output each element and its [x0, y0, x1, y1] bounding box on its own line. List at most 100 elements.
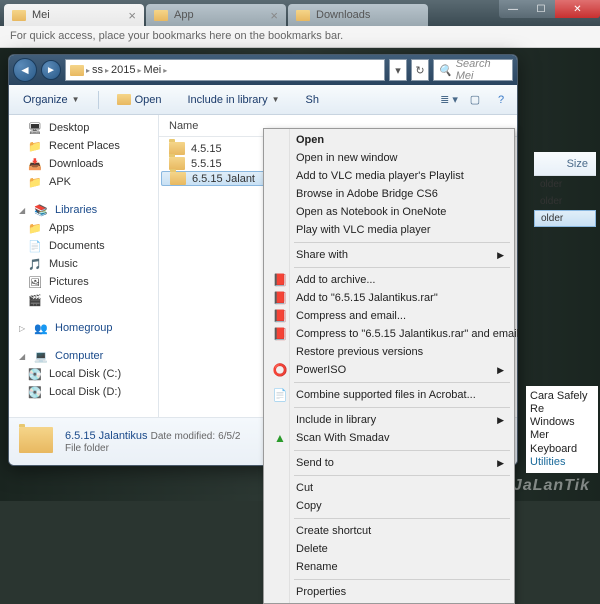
documents-icon: 📄: [27, 239, 43, 253]
back-button[interactable]: ◄: [13, 58, 37, 82]
menu-item[interactable]: Send to▶: [266, 454, 512, 472]
column-size[interactable]: Size: [534, 152, 596, 176]
nav-libraries[interactable]: ◢📚Libraries: [9, 201, 158, 219]
search-input[interactable]: 🔍 Search Mei: [433, 59, 513, 81]
breadcrumb-item[interactable]: 2015: [111, 64, 135, 76]
menu-item[interactable]: 📕Compress and email...: [266, 307, 512, 325]
menu-separator: [294, 579, 510, 580]
submenu-arrow-icon: ▶: [497, 458, 504, 469]
nav-apk[interactable]: 📁APK: [9, 173, 158, 191]
file-row-type: older: [534, 210, 596, 227]
menu-separator: [294, 407, 510, 408]
desktop-icon: 🖥: [27, 121, 43, 135]
browser-tab[interactable]: App ×: [146, 4, 286, 26]
menu-item[interactable]: Rename: [266, 558, 512, 576]
nav-computer[interactable]: ◢💻Computer: [9, 347, 158, 365]
nav-documents[interactable]: 📄Documents: [9, 237, 158, 255]
nav-pictures[interactable]: 🖼Pictures: [9, 273, 158, 291]
menu-item[interactable]: 📕Add to "6.5.15 Jalantikus.rar": [266, 289, 512, 307]
submenu-arrow-icon: ▶: [497, 415, 504, 426]
menu-item[interactable]: Cut: [266, 479, 512, 497]
nav-homegroup[interactable]: ▷👥Homegroup: [9, 319, 158, 337]
menu-item[interactable]: Share with▶: [266, 246, 512, 264]
forward-button[interactable]: ►: [41, 60, 61, 80]
share-button[interactable]: Sh: [298, 91, 327, 109]
menu-item[interactable]: Properties: [266, 583, 512, 601]
menu-item[interactable]: Delete: [266, 540, 512, 558]
separator: [98, 91, 99, 109]
chevron-right-icon: ▸: [105, 66, 109, 75]
open-button[interactable]: Open: [109, 91, 170, 109]
menu-separator: [294, 518, 510, 519]
maximize-button[interactable]: ☐: [527, 0, 555, 18]
breadcrumb[interactable]: ▸ ss ▸ 2015 ▸ Mei ▸: [65, 59, 385, 81]
menu-item[interactable]: Add to VLC media player's Playlist: [266, 167, 512, 185]
article-card[interactable]: Cara Safely Re Windows Mer Keyboard Util…: [526, 386, 598, 473]
rar-icon: 📕: [272, 308, 288, 324]
file-list-right-edge: Size older older older: [534, 152, 596, 227]
close-icon[interactable]: ×: [270, 8, 278, 23]
videos-icon: 🎬: [27, 293, 43, 307]
nav-desktop[interactable]: 🖥Desktop: [9, 119, 158, 137]
nav-videos[interactable]: 🎬Videos: [9, 291, 158, 309]
menu-item[interactable]: Browse in Adobe Bridge CS6: [266, 185, 512, 203]
context-menu: OpenOpen in new windowAdd to VLC media p…: [263, 128, 515, 604]
chevron-down-icon: ▼: [72, 95, 80, 104]
homegroup-icon: 👥: [33, 321, 49, 335]
organize-button[interactable]: Organize ▼: [15, 91, 88, 109]
browser-tab-active[interactable]: Mei ×: [4, 4, 144, 26]
smad-icon: ▲: [272, 430, 288, 446]
chevron-right-icon: ▸: [163, 66, 167, 75]
menu-item[interactable]: Copy: [266, 497, 512, 515]
folder-icon: [154, 10, 168, 21]
folder-icon: [70, 65, 84, 76]
folder-open-icon: [117, 94, 131, 105]
computer-icon: 💻: [33, 349, 49, 363]
help-button[interactable]: ?: [491, 91, 511, 109]
history-dropdown[interactable]: ▾: [389, 59, 407, 81]
nav-music[interactable]: 🎵Music: [9, 255, 158, 273]
nav-apps[interactable]: 📁Apps: [9, 219, 158, 237]
menu-item[interactable]: Create shortcut: [266, 522, 512, 540]
menu-separator: [294, 475, 510, 476]
view-options-button[interactable]: ≣ ▾: [439, 91, 459, 109]
menu-item[interactable]: Open in new window: [266, 149, 512, 167]
menu-item[interactable]: Restore previous versions: [266, 343, 512, 361]
menu-item[interactable]: 📕Compress to "6.5.15 Jalantikus.rar" and…: [266, 325, 512, 343]
menu-item[interactable]: Play with VLC media player: [266, 221, 512, 239]
close-button[interactable]: ✕: [555, 0, 600, 18]
disk-icon: 💽: [27, 367, 43, 381]
nav-disk-d[interactable]: 💽Local Disk (D:): [9, 383, 158, 401]
page-content: ◄ ► ▸ ss ▸ 2015 ▸ Mei ▸ ▾ ↻ 🔍 Search Mei…: [0, 48, 600, 501]
menu-item[interactable]: ⭕PowerISO▶: [266, 361, 512, 379]
nav-downloads[interactable]: 📥Downloads: [9, 155, 158, 173]
include-library-button[interactable]: Include in library ▼: [179, 91, 287, 109]
menu-item[interactable]: 📄Combine supported files in Acrobat...: [266, 386, 512, 404]
close-icon[interactable]: ×: [128, 8, 136, 23]
menu-item[interactable]: Include in library▶: [266, 411, 512, 429]
menu-item[interactable]: Open: [266, 131, 512, 149]
breadcrumb-item[interactable]: Mei: [144, 64, 162, 76]
details-type: File folder: [65, 443, 109, 454]
refresh-button[interactable]: ↻: [411, 59, 429, 81]
breadcrumb-item[interactable]: ss: [92, 64, 103, 76]
menu-separator: [294, 450, 510, 451]
chevron-right-icon: ▸: [138, 66, 142, 75]
submenu-arrow-icon: ▶: [497, 250, 504, 261]
recent-icon: 📁: [27, 139, 43, 153]
browser-tab[interactable]: Downloads: [288, 4, 428, 26]
rar-icon: 📕: [272, 272, 288, 288]
folder-icon: [12, 10, 26, 21]
preview-pane-button[interactable]: ▢: [465, 91, 485, 109]
minimize-button[interactable]: —: [499, 0, 527, 18]
nav-disk-c[interactable]: 💽Local Disk (C:): [9, 365, 158, 383]
acro-icon: 📄: [272, 387, 288, 403]
folder-icon: 📁: [27, 175, 43, 189]
menu-item[interactable]: Open as Notebook in OneNote: [266, 203, 512, 221]
tab-label: App: [174, 9, 194, 21]
menu-item[interactable]: ▲Scan With Smadav: [266, 429, 512, 447]
tab-label: Mei: [32, 9, 50, 21]
nav-recent[interactable]: 📁Recent Places: [9, 137, 158, 155]
piso-icon: ⭕: [272, 362, 288, 378]
menu-item[interactable]: 📕Add to archive...: [266, 271, 512, 289]
